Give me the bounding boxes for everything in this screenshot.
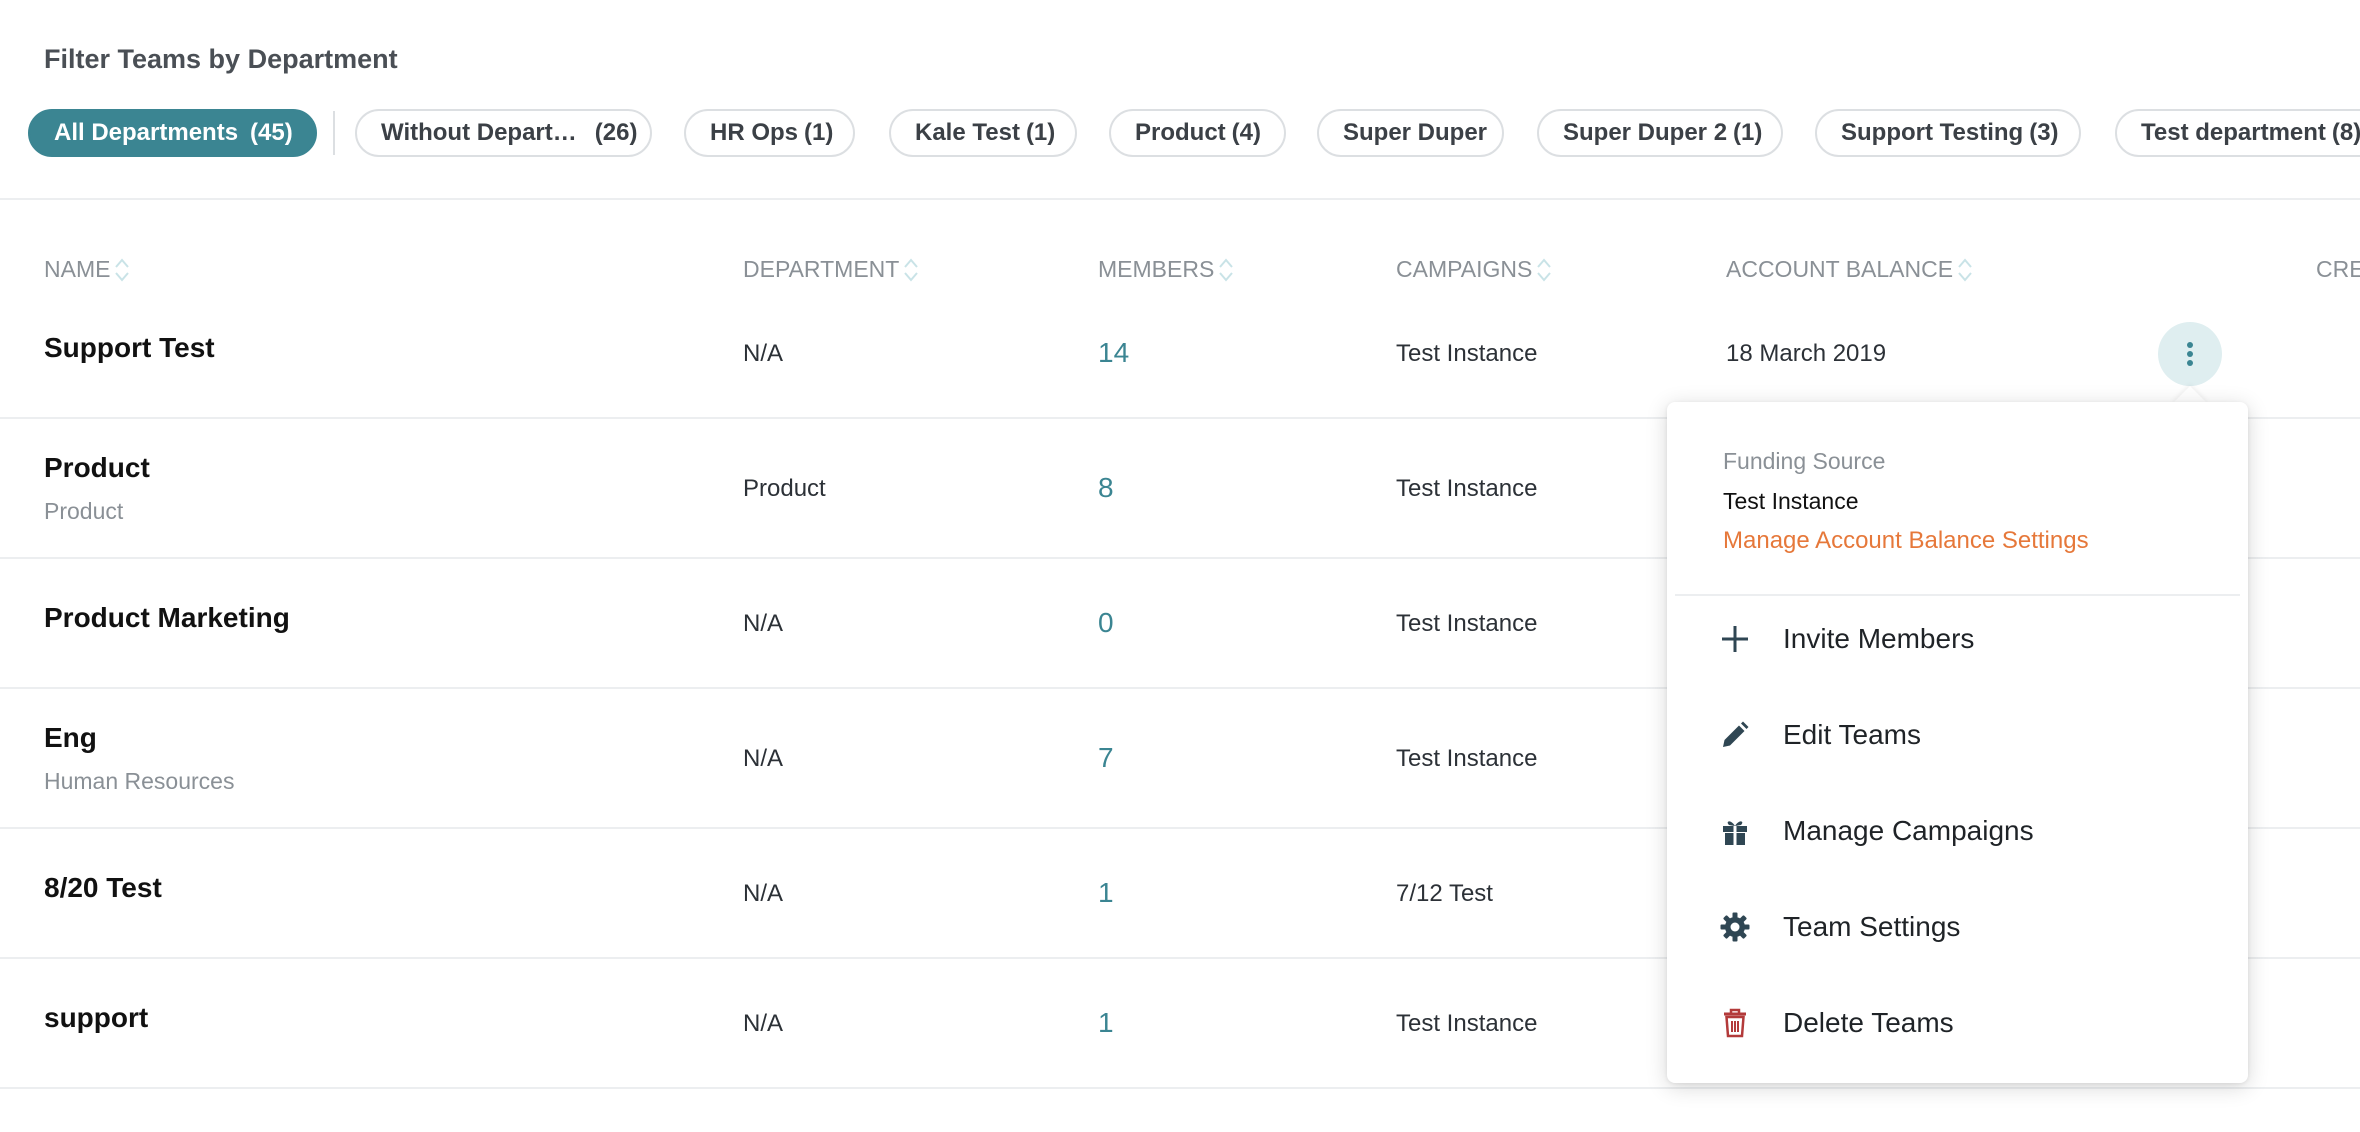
plus-icon [1722,626,1748,652]
team-name[interactable]: 8/20 Test [44,872,162,904]
team-members-count[interactable]: 0 [1098,607,1114,639]
trash-icon [1724,1008,1746,1038]
column-header-created[interactable]: CRE [2316,256,2360,283]
chip-super-duper[interactable]: Super Duper [1317,109,1504,157]
chip-kale-test[interactable]: Kale Test (1) [889,109,1077,157]
menu-item-edit-teams[interactable]: Edit Teams [1667,699,2248,771]
team-members-count[interactable]: 8 [1098,472,1114,504]
team-name[interactable]: Product Marketing [44,602,290,634]
sort-icon [904,257,919,282]
team-department-subtitle: Human Resources [44,768,235,794]
sort-icon [1958,257,1972,282]
funding-source-value: Test Instance [1723,488,1859,514]
menu-item-label: Invite Members [1783,623,1975,654]
menu-item-label: Delete Teams [1783,1007,1954,1038]
chip-label: Super Duper [1343,119,1488,146]
team-members-count[interactable]: 7 [1098,742,1114,774]
menu-item-label: Manage Campaigns [1783,815,2034,846]
team-department: N/A [743,1010,784,1037]
team-department: N/A [743,610,784,637]
manage-account-balance-link[interactable]: Manage Account Balance Settings [1723,527,2089,555]
column-header-account-balance[interactable]: ACCOUNT BALANCE [1726,256,1973,283]
team-campaign: Test Instance [1396,475,1538,502]
chip-all-departments[interactable]: All Departments (45) [28,109,317,157]
team-campaign: Test Instance [1396,1010,1538,1037]
chip-count: (8) [2331,119,2360,146]
column-header-label: DEPARTMENT [743,256,900,282]
team-campaign: Test Instance [1396,340,1538,367]
team-account-balance: 18 March 2019 [1726,340,1887,367]
menu-item-label: Team Settings [1783,911,1961,942]
column-header-campaigns[interactable]: CAMPAIGNS [1396,256,1552,283]
team-name[interactable]: support [44,1002,148,1034]
team-name[interactable]: Eng [44,722,97,754]
chip-test-department[interactable]: Test department (8) [2115,109,2360,157]
team-members-count[interactable]: 1 [1098,877,1114,909]
menu-divider [1675,594,2240,596]
funding-source-label: Funding Source [1723,448,1886,474]
row-divider [0,1087,2360,1089]
team-department: N/A [743,340,784,367]
chip-count: (1) [1025,119,1056,146]
chip-without-department[interactable]: Without Depart… (26) [355,109,652,157]
gear-icon [1720,912,1750,942]
team-campaign: Test Instance [1396,745,1538,772]
row-actions-button[interactable] [2158,322,2222,386]
chip-label: Support Testing [1841,119,2024,146]
chip-divider [333,111,335,155]
menu-item-manage-campaigns[interactable]: Manage Campaigns [1667,795,2248,867]
chip-label: HR Ops [710,119,799,146]
chip-count: (3) [2029,119,2059,146]
pencil-icon [1723,721,1749,747]
chip-count: (1) [804,119,834,146]
column-header-label: CRE [2316,256,2360,282]
more-vertical-icon [2187,342,2193,366]
team-name[interactable]: Product [44,452,150,484]
team-name[interactable]: Support Test [44,332,215,364]
gift-icon [1723,821,1747,845]
chip-label: All Departments [54,119,239,146]
chip-count: (45) [250,119,293,146]
menu-item-invite-members[interactable]: Invite Members [1667,603,2248,675]
chip-count: (1) [1733,119,1763,146]
chip-label: Without Depart… [381,119,577,146]
chip-super-duper-2[interactable]: Super Duper 2 (1) [1537,109,1783,157]
sort-icon [115,257,130,282]
chip-support-testing[interactable]: Support Testing (3) [1815,109,2081,157]
filter-divider [0,198,2360,200]
chip-label: Super Duper 2 [1563,119,1728,146]
team-department-subtitle: Product [44,498,124,524]
column-header-label: ACCOUNT BALANCE [1726,256,1954,282]
chip-count: (4) [1231,119,1262,146]
team-department: N/A [743,880,784,907]
team-department: N/A [743,745,784,772]
row-actions-menu: Funding Source Test Instance Manage Acco… [1667,402,2248,1083]
menu-item-delete-teams[interactable]: Delete Teams [1667,987,2248,1059]
chip-label: Test department [2141,119,2326,146]
menu-item-label: Edit Teams [1783,719,1921,750]
column-header-label: MEMBERS [1098,256,1215,282]
column-header-members[interactable]: MEMBERS [1098,256,1234,283]
chip-product[interactable]: Product (4) [1109,109,1286,157]
department-filter-chips: All Departments (45) Without Depart… (26… [28,109,2360,157]
chip-label: Product [1135,119,1226,146]
column-header-name[interactable]: NAME [44,256,130,283]
column-header-label: CAMPAIGNS [1396,256,1533,282]
column-header-department[interactable]: DEPARTMENT [743,256,919,283]
column-header-label: NAME [44,256,111,282]
sort-icon [1219,257,1234,282]
filter-title: Filter Teams by Department [44,44,398,74]
chip-hr-ops[interactable]: HR Ops (1) [684,109,855,157]
team-campaign: Test Instance [1396,610,1538,637]
chip-count: (26) [594,119,638,146]
team-campaign: 7/12 Test [1396,880,1493,907]
menu-item-team-settings[interactable]: Team Settings [1667,891,2248,963]
team-members-count[interactable]: 1 [1098,1007,1114,1039]
sort-icon [1537,257,1552,282]
team-department: Product [743,475,826,502]
team-members-count[interactable]: 14 [1098,337,1129,369]
chip-label: Kale Test [915,119,1020,146]
